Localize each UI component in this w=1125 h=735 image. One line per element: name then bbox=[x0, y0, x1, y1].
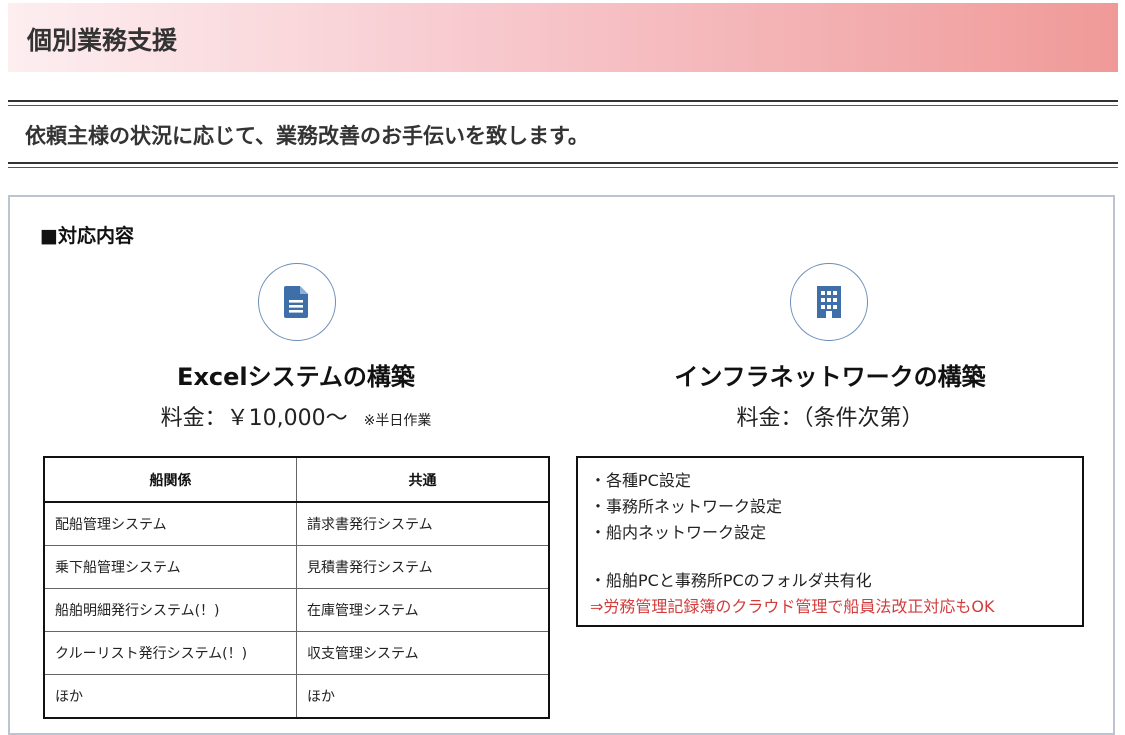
table-cell: クルーリスト発行システム(！) bbox=[43, 631, 297, 675]
divider-bottom bbox=[8, 162, 1118, 168]
list-item: ・各種PC設定 bbox=[590, 471, 691, 490]
document-icon bbox=[258, 263, 336, 341]
table-cell: 収支管理システム bbox=[296, 631, 550, 675]
excel-service-price: 料金：￥10,000～ ※半日作業 bbox=[96, 400, 496, 432]
table-row: 乗下船管理システム 見積書発行システム bbox=[43, 545, 550, 589]
excel-service-title: Excelシステムの構築 bbox=[177, 363, 415, 391]
excel-systems-table: 船関係 共通 配船管理システム 請求書発行システム 乗下船管理システム 見積書発… bbox=[43, 456, 550, 719]
infra-service-title: インフラネットワークの構築 bbox=[674, 363, 986, 391]
page-banner: 個別業務支援 bbox=[8, 3, 1118, 72]
section-label: ■対応内容 bbox=[40, 225, 134, 247]
building-icon bbox=[790, 263, 868, 341]
infra-service-price: 料金：（条件次第） bbox=[736, 406, 924, 431]
table-header-row: 船関係 共通 bbox=[43, 456, 550, 503]
page-title: 個別業務支援 bbox=[27, 26, 178, 55]
highlight-text: ⇒労務管理記録簿のクラウド管理で船員法改正対応もOK bbox=[590, 597, 995, 616]
table-cell: ほか bbox=[43, 674, 297, 719]
table-cell: 船舶明細発行システム(！) bbox=[43, 588, 297, 632]
table-header-cell: 共通 bbox=[296, 456, 550, 503]
table-row: ほか ほか bbox=[43, 674, 550, 719]
excel-price-note: ※半日作業 bbox=[363, 413, 432, 429]
divider-top bbox=[8, 100, 1118, 106]
table-cell: ほか bbox=[296, 674, 550, 719]
list-item: ・船舶PCと事務所PCのフォルダ共有化 bbox=[590, 571, 872, 590]
table-cell: 請求書発行システム bbox=[296, 501, 550, 546]
list-item: ・事務所ネットワーク設定 bbox=[590, 497, 783, 516]
table-row: 船舶明細発行システム(！) 在庫管理システム bbox=[43, 588, 550, 632]
table-header-cell: 船関係 bbox=[43, 456, 297, 503]
excel-price-text: 料金：￥10,000～ bbox=[160, 406, 348, 431]
table-cell: 配船管理システム bbox=[43, 501, 297, 546]
table-cell: 乗下船管理システム bbox=[43, 545, 297, 589]
table-cell: 見積書発行システム bbox=[296, 545, 550, 589]
lead-text: 依頼主様の状況に応じて、業務改善のお手伝いを致します。 bbox=[25, 124, 589, 148]
table-row: 配船管理システム 請求書発行システム bbox=[43, 501, 550, 546]
list-item: ・船内ネットワーク設定 bbox=[590, 523, 767, 542]
table-cell: 在庫管理システム bbox=[296, 588, 550, 632]
infra-details-box: ・各種PC設定 ・事務所ネットワーク設定 ・船内ネットワーク設定 ・船舶PCと事… bbox=[576, 456, 1084, 627]
table-row: クルーリスト発行システム(！) 収支管理システム bbox=[43, 631, 550, 675]
